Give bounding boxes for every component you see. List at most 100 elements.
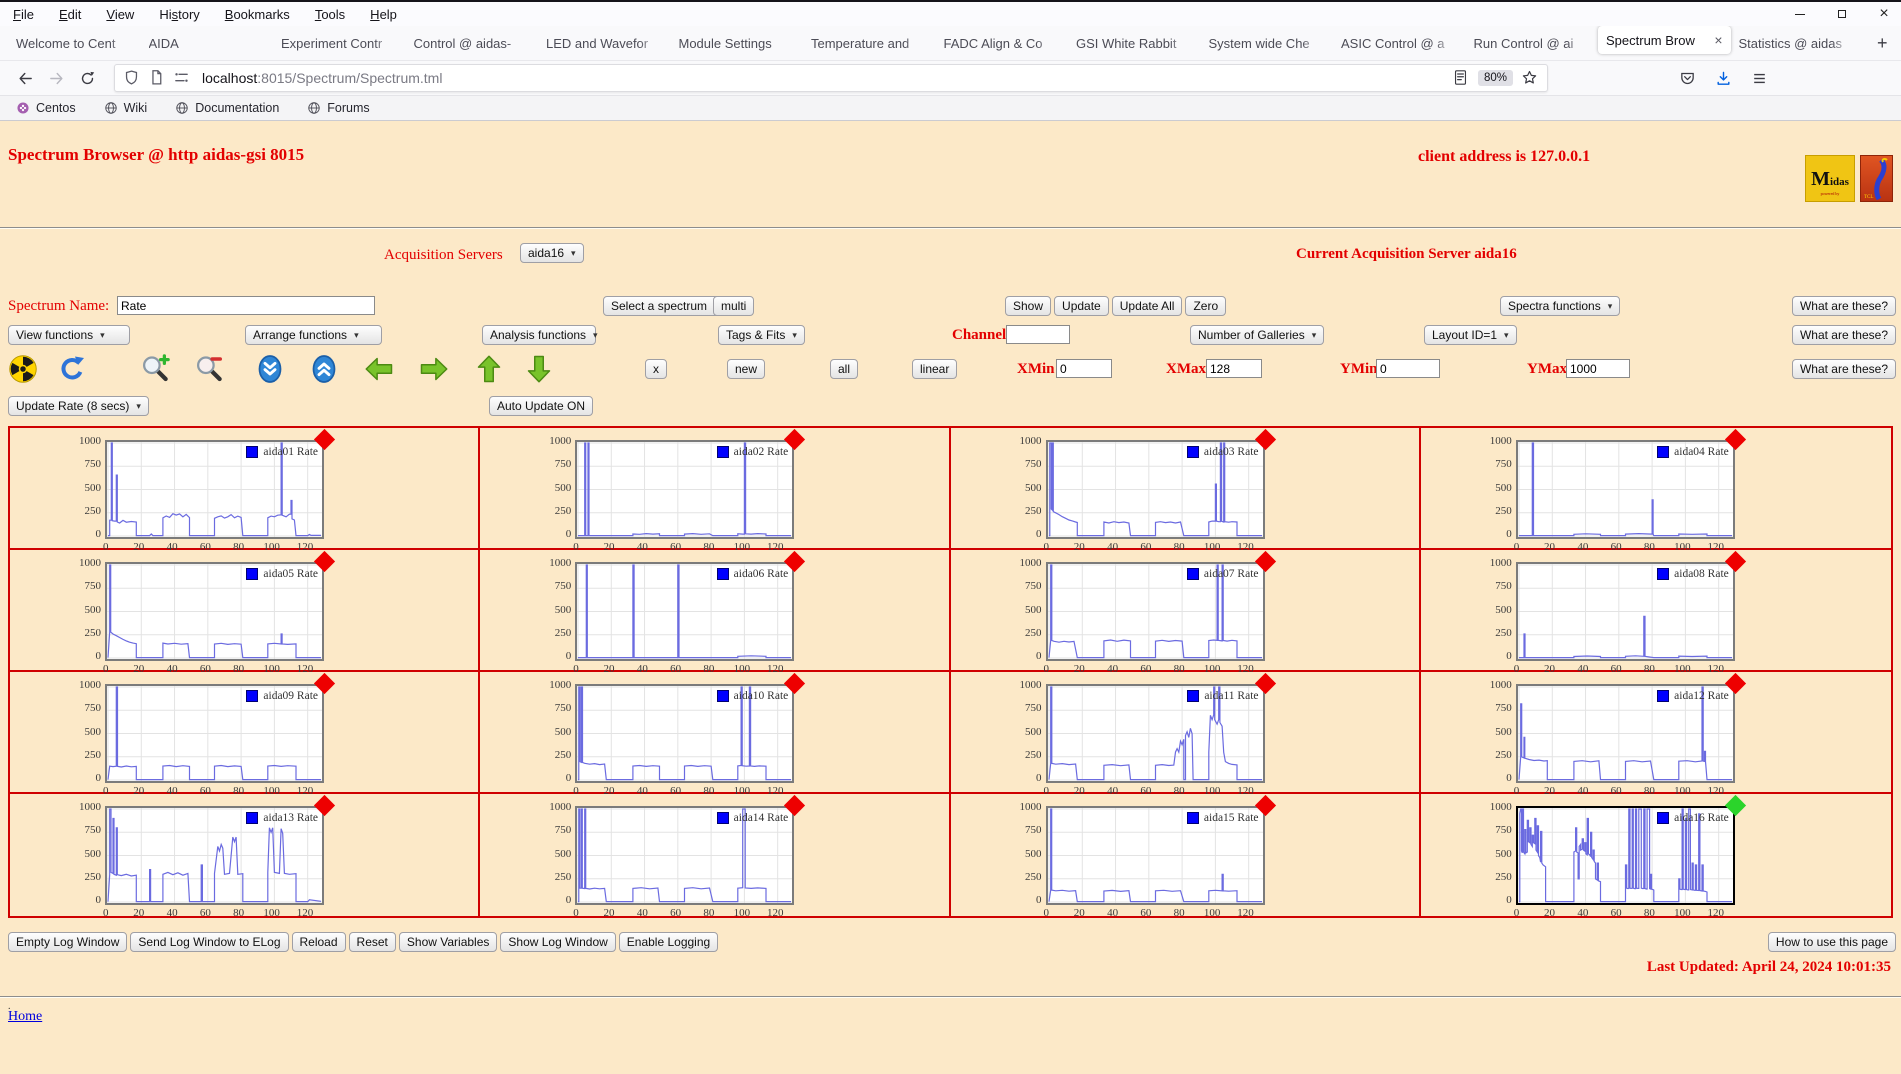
forward-icon[interactable]	[43, 65, 69, 91]
tab-control-aidas[interactable]: Control @ aidas-	[406, 26, 539, 60]
tab-aida[interactable]: AIDA	[141, 26, 274, 60]
pocket-icon[interactable]	[1674, 65, 1700, 91]
tab-experiment-contr[interactable]: Experiment Contr	[273, 26, 406, 60]
view-functions-select[interactable]: View functions	[8, 325, 130, 345]
gallery-cell-aida06[interactable]: 02505007501000020406080100120aida06 Rate	[480, 550, 950, 672]
arrange-functions-select[interactable]: Arrange functions	[245, 325, 382, 345]
bookmark-wiki[interactable]: Wiki	[104, 101, 148, 115]
tab-statistics-aidas[interactable]: Statistics @ aidas	[1731, 26, 1864, 60]
gallery-cell-aida14[interactable]: 02505007501000020406080100120aida14 Rate	[480, 794, 950, 916]
reload-button[interactable]: Reload	[292, 932, 346, 952]
zero-button[interactable]: Zero	[1185, 296, 1226, 316]
show-button[interactable]: Show	[1005, 296, 1051, 316]
number-of-galleries-select[interactable]: Number of Galleries	[1190, 325, 1324, 345]
arrow-left-icon[interactable]	[364, 354, 394, 384]
bookmark-star-icon[interactable]	[1521, 69, 1539, 87]
plot-area-aida14[interactable]: aida14 Rate	[575, 806, 794, 905]
zoom-in-icon[interactable]	[140, 354, 170, 384]
ymax-input[interactable]	[1566, 359, 1630, 378]
x-button[interactable]: x	[645, 359, 667, 379]
menu-file[interactable]: File	[13, 7, 34, 22]
zoom-level-badge[interactable]: 80%	[1478, 70, 1513, 86]
tab-temperature-and[interactable]: Temperature and	[803, 26, 936, 60]
multi-button[interactable]: multi	[713, 296, 754, 316]
url-bar[interactable]: localhost:8015/Spectrum/Spectrum.tml 80%	[114, 64, 1548, 92]
download-icon[interactable]	[1710, 65, 1736, 91]
send-log-window-to-elog-button[interactable]: Send Log Window to ELog	[130, 932, 288, 952]
enable-logging-button[interactable]: Enable Logging	[619, 932, 718, 952]
gallery-cell-aida05[interactable]: 02505007501000020406080100120aida05 Rate	[10, 550, 480, 672]
zoom-out-icon[interactable]	[194, 354, 224, 384]
plot-area-aida13[interactable]: aida13 Rate	[105, 806, 324, 905]
channel-input[interactable]	[1006, 325, 1070, 344]
gallery-cell-aida03[interactable]: 02505007501000020406080100120aida03 Rate	[951, 428, 1421, 550]
maximize-icon[interactable]	[1835, 6, 1849, 22]
spectrum-name-input[interactable]	[117, 296, 375, 315]
menu-history[interactable]: History	[159, 7, 199, 22]
auto-update-button[interactable]: Auto Update ON	[489, 396, 593, 416]
new-button[interactable]: new	[727, 359, 765, 379]
url-text[interactable]: localhost:8015/Spectrum/Spectrum.tml	[202, 70, 1452, 86]
tab-spectrum-brow[interactable]: Spectrum Brow	[1598, 26, 1731, 54]
reload-icon[interactable]	[74, 65, 100, 91]
tab-run-control-ai[interactable]: Run Control @ ai	[1466, 26, 1599, 60]
tab-asic-control-a[interactable]: ASIC Control @ a	[1333, 26, 1466, 60]
what-are-these-button-1[interactable]: What are these?	[1792, 296, 1896, 316]
what-are-these-button-3[interactable]: What are these?	[1792, 359, 1896, 379]
gallery-cell-aida08[interactable]: 02505007501000020406080100120aida08 Rate	[1421, 550, 1891, 672]
tab-fadc-align-co[interactable]: FADC Align & Co	[936, 26, 1069, 60]
close-icon[interactable]	[1877, 6, 1891, 22]
gallery-cell-aida07[interactable]: 02505007501000020406080100120aida07 Rate	[951, 550, 1421, 672]
refresh-icon[interactable]	[57, 354, 87, 384]
update-rate-select[interactable]: Update Rate (8 secs)	[8, 396, 149, 416]
menu-bookmarks[interactable]: Bookmarks	[225, 7, 290, 22]
tcl-logo[interactable]: TCL	[1860, 155, 1893, 202]
plot-area-aida08[interactable]: aida08 Rate	[1516, 562, 1735, 661]
arrow-up-icon[interactable]	[474, 354, 504, 384]
bookmark-centos[interactable]: Centos	[16, 101, 76, 115]
arrow-right-icon[interactable]	[419, 354, 449, 384]
tab-system-wide-che[interactable]: System wide Che	[1201, 26, 1334, 60]
radioactive-icon[interactable]	[8, 354, 38, 384]
show-log-window-button[interactable]: Show Log Window	[500, 932, 615, 952]
show-variables-button[interactable]: Show Variables	[399, 932, 498, 952]
gallery-cell-aida12[interactable]: 02505007501000020406080100120aida12 Rate	[1421, 672, 1891, 794]
new-tab-button[interactable]: +	[1877, 33, 1888, 54]
xmin-input[interactable]	[1056, 359, 1112, 378]
tags-fits-select[interactable]: Tags & Fits	[718, 325, 805, 345]
menu-icon[interactable]	[1746, 65, 1772, 91]
gallery-cell-aida13[interactable]: 02505007501000020406080100120aida13 Rate	[10, 794, 480, 916]
plot-area-aida03[interactable]: aida03 Rate	[1046, 440, 1265, 539]
ymin-input[interactable]	[1376, 359, 1440, 378]
reader-mode-icon[interactable]	[1452, 69, 1470, 87]
switch-icon[interactable]	[173, 69, 191, 87]
menu-edit[interactable]: Edit	[59, 7, 81, 22]
xmax-input[interactable]	[1206, 359, 1262, 378]
midas-logo[interactable]: Midas powered by	[1805, 155, 1855, 202]
tab-close-icon[interactable]	[1711, 32, 1722, 48]
scroll-up-icon[interactable]	[309, 354, 339, 384]
plot-area-aida02[interactable]: aida02 Rate	[575, 440, 794, 539]
plot-area-aida15[interactable]: aida15 Rate	[1046, 806, 1265, 905]
arrow-down-icon[interactable]	[524, 354, 554, 384]
how-to-use-button[interactable]: How to use this page	[1768, 932, 1896, 952]
empty-log-window-button[interactable]: Empty Log Window	[8, 932, 127, 952]
tab-welcome-to-cent[interactable]: Welcome to Cent	[8, 26, 141, 60]
plot-area-aida01[interactable]: aida01 Rate	[105, 440, 324, 539]
layout-id-select[interactable]: Layout ID=1	[1424, 325, 1517, 345]
minimize-icon[interactable]	[1793, 6, 1807, 22]
gallery-cell-aida01[interactable]: 02505007501000020406080100120aida01 Rate	[10, 428, 480, 550]
home-link[interactable]: Home	[8, 1009, 42, 1025]
gallery-cell-aida15[interactable]: 02505007501000020406080100120aida15 Rate	[951, 794, 1421, 916]
gallery-cell-aida11[interactable]: 02505007501000020406080100120aida11 Rate	[951, 672, 1421, 794]
shield-icon[interactable]	[123, 69, 141, 87]
plot-area-aida06[interactable]: aida06 Rate	[575, 562, 794, 661]
scroll-down-icon[interactable]	[255, 354, 285, 384]
plot-area-aida11[interactable]: aida11 Rate	[1046, 684, 1265, 783]
bookmark-documentation[interactable]: Documentation	[175, 101, 279, 115]
all-button[interactable]: all	[830, 359, 858, 379]
back-icon[interactable]	[12, 65, 38, 91]
analysis-functions-select[interactable]: Analysis functions	[482, 325, 596, 345]
plot-area-aida16[interactable]: aida16 Rate	[1516, 806, 1735, 905]
menu-tools[interactable]: Tools	[315, 7, 345, 22]
